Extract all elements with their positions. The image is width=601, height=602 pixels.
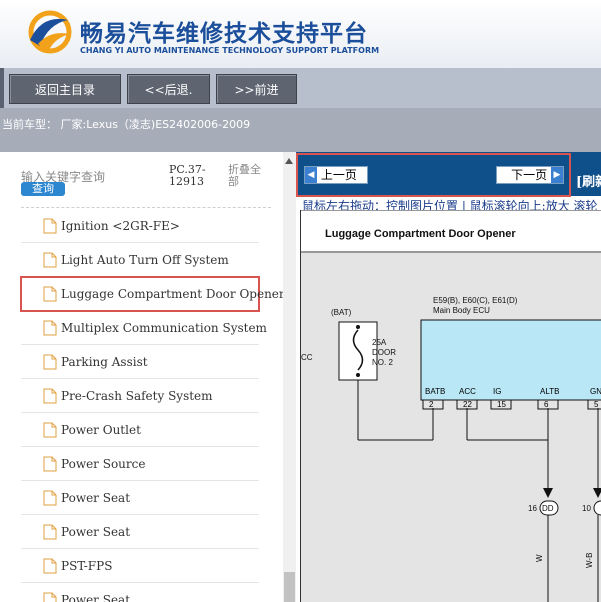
app-subtitle: CHANG YI AUTO MAINTENANCE TECHNOLOGY SUP…: [80, 46, 380, 55]
current-model-text: 当前车型： 厂家:Lexus（凌志)ES2402006-2009: [2, 118, 251, 131]
nav-highlight-box: [296, 153, 571, 197]
tree-item[interactable]: Power Source: [21, 447, 259, 481]
ecu-pin-name: ALTB: [540, 387, 559, 396]
ecu-pin-name: GN: [590, 387, 601, 396]
ecu-pin-name: IG: [493, 387, 501, 396]
forward-button[interactable]: >>前进: [216, 74, 297, 104]
fuse-number: NO. 2: [372, 358, 393, 367]
document-icon: [43, 388, 57, 404]
tree-item[interactable]: Multiplex Communication System: [21, 311, 267, 345]
back-button[interactable]: <<后退.: [127, 74, 210, 104]
collapse-all-link[interactable]: 折叠全部: [228, 164, 268, 188]
fuse-name: DOOR: [372, 348, 396, 357]
app-title: 畅易汽车维修技术支持平台: [80, 21, 368, 47]
diagram-title: Luggage Compartment Door Opener: [325, 228, 516, 240]
scroll-up-icon[interactable]: [285, 158, 293, 164]
fuse-pin: [356, 373, 360, 377]
diagram-viewer: ◀ 上一页 下一页 ▶ [刷新 鼠标左右拖动：控制图片位置 | 鼠标滚轮向上:放…: [296, 152, 601, 602]
ecu-pin-number: 5: [594, 400, 599, 409]
scroll-thumb[interactable]: [284, 572, 295, 602]
document-icon: [43, 422, 57, 438]
document-icon: [43, 456, 57, 472]
bat-label: (BAT): [331, 308, 352, 317]
document-icon: [43, 286, 57, 302]
connector-dd-label: DD: [542, 504, 554, 513]
tree-item-label: Power Seat: [61, 593, 131, 602]
document-icon: [43, 592, 57, 602]
tree-item-label: Power Source: [61, 457, 146, 471]
tree-item[interactable]: Pre-Crash Safety System: [21, 379, 259, 413]
document-icon: [43, 218, 57, 234]
tree-item[interactable]: Power Seat: [21, 515, 259, 549]
tree-item-label: Light Auto Turn Off System: [61, 253, 229, 267]
wire-color-w: W: [535, 554, 544, 562]
ecu-pin-name: ACC: [459, 387, 476, 396]
tree-item-label: Luggage Compartment Door Opener: [61, 287, 283, 301]
toolbar-edge: [0, 68, 4, 108]
ecu-pin-number: 6: [544, 400, 549, 409]
tree-item-label: Ignition <2GR-FE>: [61, 219, 180, 233]
toolbar: 返回主目录 <<后退. >>前进: [0, 68, 601, 108]
tree-item[interactable]: Parking Assist: [21, 345, 259, 379]
divider: [21, 207, 271, 208]
tree-item[interactable]: Light Auto Turn Off System: [21, 243, 259, 277]
wire-color-wb: W-B: [585, 553, 594, 568]
wiring-diagram[interactable]: Luggage Compartment Door Opener (BAT) 25…: [300, 210, 601, 602]
ecu-name: Main Body ECU: [433, 306, 490, 315]
search-button[interactable]: 查询: [21, 182, 65, 196]
document-icon: [43, 320, 57, 336]
connector-number-2: 10: [582, 504, 591, 513]
fuse-rating: 25A: [372, 338, 387, 347]
tree-item-label: Multiplex Communication System: [61, 321, 267, 335]
fuse-pin: [356, 325, 360, 329]
connector-number: 16: [528, 504, 537, 513]
tree-item-label: Pre-Crash Safety System: [61, 389, 213, 403]
pc-code: PC.37-12913: [169, 163, 206, 188]
ecu-pin-name: BATB: [425, 387, 445, 396]
ecu-pin-number: 2: [429, 400, 434, 409]
cc-label: CC: [301, 353, 313, 362]
document-icon: [43, 524, 57, 540]
tree-item-label: PST-FPS: [61, 559, 113, 573]
current-model-bar: 当前车型： 厂家:Lexus（凌志)ES2402006-2009: [0, 108, 601, 152]
document-icon: [43, 252, 57, 268]
tree-item[interactable]: Power Seat: [21, 481, 259, 515]
tree-item[interactable]: PST-FPS: [21, 549, 259, 583]
document-icon: [43, 354, 57, 370]
home-button[interactable]: 返回主目录: [9, 74, 121, 104]
tree-item[interactable]: Ignition <2GR-FE>: [21, 209, 259, 243]
tree-item[interactable]: Luggage Compartment Door Opener: [20, 276, 283, 312]
ecu-connector-code: E59(B), E60(C), E61(D): [433, 296, 518, 305]
ecu-pin-number: 22: [463, 400, 472, 409]
document-icon: [43, 558, 57, 574]
tree-item-label: Parking Assist: [61, 355, 148, 369]
tree-item-label: Power Outlet: [61, 423, 141, 437]
left-panel: 输入关键字查询 查询 PC.37-12913 折叠全部 Ignition <2G…: [0, 152, 283, 602]
app-header: 畅易汽车维修技术支持平台 CHANG YI AUTO MAINTENANCE T…: [0, 0, 601, 68]
tree-item[interactable]: Power Outlet: [21, 413, 259, 447]
tree-item-label: Power Seat: [61, 525, 131, 539]
left-scrollbar[interactable]: [283, 152, 296, 602]
ecu-pin-number: 15: [497, 400, 506, 409]
logo-icon: [28, 10, 72, 54]
document-icon: [43, 490, 57, 506]
tree-item-label: Power Seat: [61, 491, 131, 505]
ecu-box: [420, 319, 601, 401]
tree-item[interactable]: Power Seat: [21, 583, 259, 602]
refresh-link[interactable]: [刷新: [576, 171, 601, 190]
